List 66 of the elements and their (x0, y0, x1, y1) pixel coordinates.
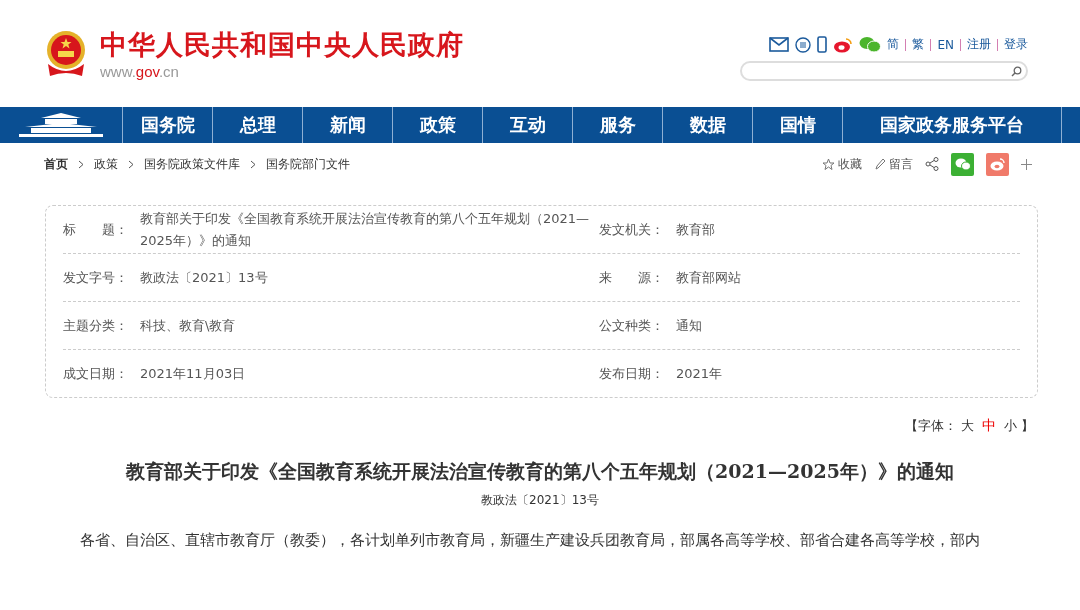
font-size-option[interactable]: 大 (961, 417, 974, 435)
weibo-icon (989, 157, 1006, 171)
phone-icon[interactable] (817, 36, 828, 53)
favorite-link[interactable]: 收藏 (822, 155, 862, 173)
header-link[interactable]: 登录 (1004, 36, 1028, 53)
info-label: 公文种类： (599, 316, 665, 335)
wechat-icon (954, 157, 971, 171)
chat-icon[interactable] (795, 36, 812, 53)
info-label: 主题分类： (63, 316, 129, 335)
nav-item[interactable]: 互动 (483, 107, 573, 143)
document-number: 教政法〔2021〕13号 (480, 492, 600, 509)
star-icon (822, 157, 835, 171)
national-emblem-icon (44, 29, 88, 78)
header-link[interactable]: 简 (887, 36, 900, 53)
nav-item[interactable]: 总理 (213, 107, 303, 143)
site-title: 中华人民共和国中央人民政府 (100, 28, 464, 62)
breadcrumb-link[interactable]: 政策 (94, 155, 118, 173)
info-value: 教育部网站 (676, 268, 741, 287)
info-value: 教政法〔2021〕13号 (140, 268, 268, 287)
nav-item[interactable]: 数据 (663, 107, 753, 143)
mail-icon[interactable] (769, 37, 790, 52)
pencil-icon (874, 158, 886, 170)
font-size-option[interactable]: 中 (982, 417, 996, 435)
info-label: 来 源： (599, 268, 665, 287)
header-link[interactable]: 注册 (967, 36, 991, 53)
info-label: 成文日期： (63, 364, 129, 383)
plus-icon[interactable] (1021, 158, 1032, 170)
article-body: 各省、自治区、直辖市教育厅（教委），各计划单列市教育局，新疆生产建设兵团教育局，部属各高等学校、部省合建各高等学校，部内 (79, 530, 981, 550)
breadcrumb-link[interactable]: 国务院政策文件库 (144, 155, 240, 173)
info-label: 发文机关： (599, 220, 665, 239)
breadcrumb-link[interactable]: 首页 (44, 155, 68, 173)
site-url: www.gov.cn (100, 63, 180, 80)
info-label: 发布日期： (599, 364, 665, 383)
info-value: 2021年11月03日 (140, 364, 246, 383)
bracket-text: 】 (1021, 417, 1034, 435)
share-icon[interactable] (925, 157, 939, 171)
nav-item[interactable]: 国家政务服务平台 (843, 107, 1062, 143)
font-size-label: 【字体： (905, 417, 957, 435)
weibo-icon[interactable] (833, 36, 854, 53)
info-value: 2021年 (676, 364, 723, 383)
header-link[interactable]: EN (937, 37, 954, 52)
article-title: 教育部关于印发《全国教育系统开展法治宣传教育的第八个五年规划（2021—2025年）》的通知 (124, 459, 955, 484)
font-size-option[interactable]: 小 (1004, 417, 1017, 435)
nav-item[interactable]: 新闻 (303, 107, 393, 143)
header-link[interactable]: 繁 (912, 36, 925, 53)
chevron-icon (128, 159, 134, 169)
chevron-icon (250, 159, 256, 169)
chevron-icon (78, 159, 84, 169)
info-value: 科技、教育\教育 (140, 316, 236, 335)
wechat-icon[interactable] (859, 36, 882, 53)
search-field[interactable] (740, 61, 1028, 81)
comment-link[interactable]: 留言 (874, 155, 913, 173)
weibo-share-button[interactable] (986, 152, 1009, 176)
nav-item[interactable]: 国务院 (123, 107, 213, 143)
info-value: 通知 (676, 316, 702, 335)
nav-item[interactable]: 服务 (573, 107, 663, 143)
building-icon[interactable] (17, 112, 105, 138)
nav-item[interactable]: 国情 (753, 107, 843, 143)
info-value: 教育部关于印发《全国教育系统开展法治宣传教育的第八个五年规划（2021—2025年）》的通知 (140, 209, 591, 250)
info-label: 发文字号： (63, 268, 129, 287)
wechat-share-button[interactable] (951, 152, 974, 176)
nav-item[interactable]: 政策 (393, 107, 483, 143)
info-value: 教育部 (676, 220, 715, 239)
search-icon[interactable] (1011, 65, 1022, 77)
breadcrumb-link[interactable]: 国务院部门文件 (266, 155, 350, 173)
info-label: 标 题： (63, 220, 129, 239)
